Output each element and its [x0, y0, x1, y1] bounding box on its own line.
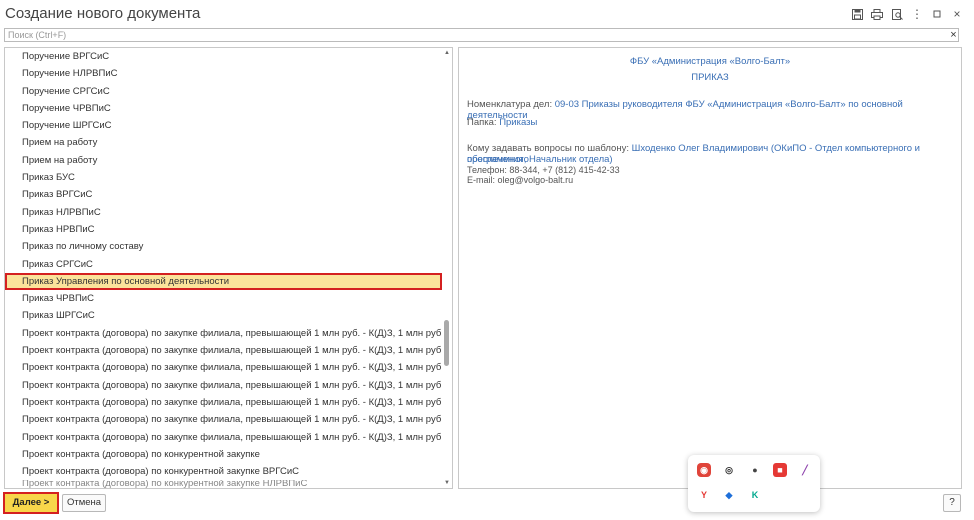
list-item[interactable]: Проект контракта (договора) по конкурент…: [5, 463, 443, 480]
obs-icon[interactable]: ●: [748, 463, 762, 477]
list-item[interactable]: Проект контракта (договора) по конкурент…: [5, 446, 443, 463]
list-item[interactable]: Проект контракта (договора) по закупке ф…: [5, 394, 443, 411]
list-item[interactable]: Поручение НЛРВПиС: [5, 65, 443, 82]
list-item[interactable]: Приказ БУС: [5, 169, 443, 186]
record-icon[interactable]: ■: [773, 463, 787, 477]
scrollbar-thumb[interactable]: [444, 320, 449, 366]
cancel-button[interactable]: Отмена: [62, 494, 106, 512]
list-item[interactable]: Поручение ВРГСиС: [5, 48, 443, 65]
contact-value-line2[interactable]: обеспечения, Начальник отдела): [467, 154, 613, 165]
document-type-title: ПРИКАЗ: [691, 72, 729, 83]
contact-label: Кому задавать вопросы по шаблону:: [467, 143, 629, 154]
list-item[interactable]: Приказ НРВПиС: [5, 221, 443, 238]
folder-value[interactable]: Приказы: [499, 117, 537, 128]
list-item[interactable]: Проект контракта (договора) по закупке ф…: [5, 377, 443, 394]
list-item[interactable]: Приказ ВРГСиС: [5, 186, 443, 203]
scrollbar[interactable]: ▲ ▼: [442, 48, 451, 488]
template-details-panel: ФБУ «Администрация «Волго-Балт» ПРИКАЗ Н…: [458, 47, 962, 489]
folder-label: Папка:: [467, 117, 497, 128]
shield-icon[interactable]: ◆: [722, 488, 736, 502]
app-red-icon[interactable]: ◉: [697, 463, 711, 477]
list-item[interactable]: Проект контракта (договора) по закупке ф…: [5, 411, 443, 428]
scroll-up-icon[interactable]: ▲: [444, 50, 450, 56]
list-item[interactable]: Приказ по личному составу: [5, 238, 443, 255]
contact-email: E-mail: oleg@volgo-balt.ru: [467, 175, 574, 185]
print-icon[interactable]: [868, 6, 886, 22]
list-item[interactable]: Поручение СРГСиС: [5, 83, 443, 100]
list-item[interactable]: Поручение ШРГСиС: [5, 117, 443, 134]
yandex-icon[interactable]: Y: [697, 488, 711, 502]
list-item[interactable]: Приказ СРГСиС: [5, 256, 443, 273]
list-item[interactable]: Проект контракта (договора) по закупке ф…: [5, 359, 443, 376]
list-item[interactable]: Прием на работу: [5, 152, 443, 169]
organization-title: ФБУ «Администрация «Волго-Балт»: [629, 56, 791, 67]
save-icon[interactable]: [848, 6, 866, 22]
nomenclature-row: Номенклатура дел: 09-03 Приказы руководи…: [467, 99, 961, 121]
list-item[interactable]: Прием на работу: [5, 134, 443, 151]
list-item[interactable]: Проект контракта (договора) по конкурент…: [5, 480, 443, 488]
window-toolbar: ⋮ ×: [846, 6, 966, 22]
nomenclature-label: Номенклатура дел:: [467, 99, 553, 110]
list-item[interactable]: Поручение ЧРВПиС: [5, 100, 443, 117]
list-item[interactable]: Проект контракта (договора) по закупке ф…: [5, 325, 443, 342]
preview-icon[interactable]: [888, 6, 906, 22]
list-item[interactable]: Приказ ЧРВПиС: [5, 290, 443, 307]
tray-popup: ◉ ◎ ● ■ ╱ Y ◆ K: [688, 455, 820, 512]
help-button[interactable]: ?: [943, 494, 961, 512]
contact-phone: Телефон: 88-344, +7 (812) 415-42-33: [467, 165, 620, 175]
search-input[interactable]: Поиск (Ctrl+F): [4, 28, 959, 42]
feather-icon[interactable]: ╱: [798, 463, 812, 477]
title-bar: Создание нового документа ⋮ ×: [0, 0, 974, 28]
list-item[interactable]: Проект контракта (договора) по закупке ф…: [5, 342, 443, 359]
eye-icon[interactable]: ◎: [722, 463, 736, 477]
kaspersky-icon[interactable]: K: [748, 488, 762, 502]
next-button[interactable]: Далее >: [3, 492, 59, 514]
minimize-icon[interactable]: [928, 6, 946, 22]
scroll-down-icon[interactable]: ▼: [444, 480, 450, 486]
list-item-selected[interactable]: Приказ Управления по основной деятельнос…: [5, 272, 442, 291]
close-icon[interactable]: ×: [948, 6, 966, 22]
folder-row: Папка: Приказы: [467, 117, 537, 128]
more-icon[interactable]: ⋮: [908, 6, 926, 22]
clear-search-icon[interactable]: ×: [947, 28, 960, 42]
template-list-panel: Поручение ВРГСиС Поручение НЛРВПиС Поручен…: [4, 47, 453, 489]
list-item[interactable]: Приказ ШРГСиС: [5, 307, 443, 324]
list-item[interactable]: Приказ НЛРВПиС: [5, 204, 443, 221]
window-title: Создание нового документа: [5, 5, 201, 22]
template-list: Поручение ВРГСиС Поручение НЛРВПиС Поручен…: [5, 48, 443, 488]
list-item[interactable]: Проект контракта (договора) по закупке ф…: [5, 429, 443, 446]
